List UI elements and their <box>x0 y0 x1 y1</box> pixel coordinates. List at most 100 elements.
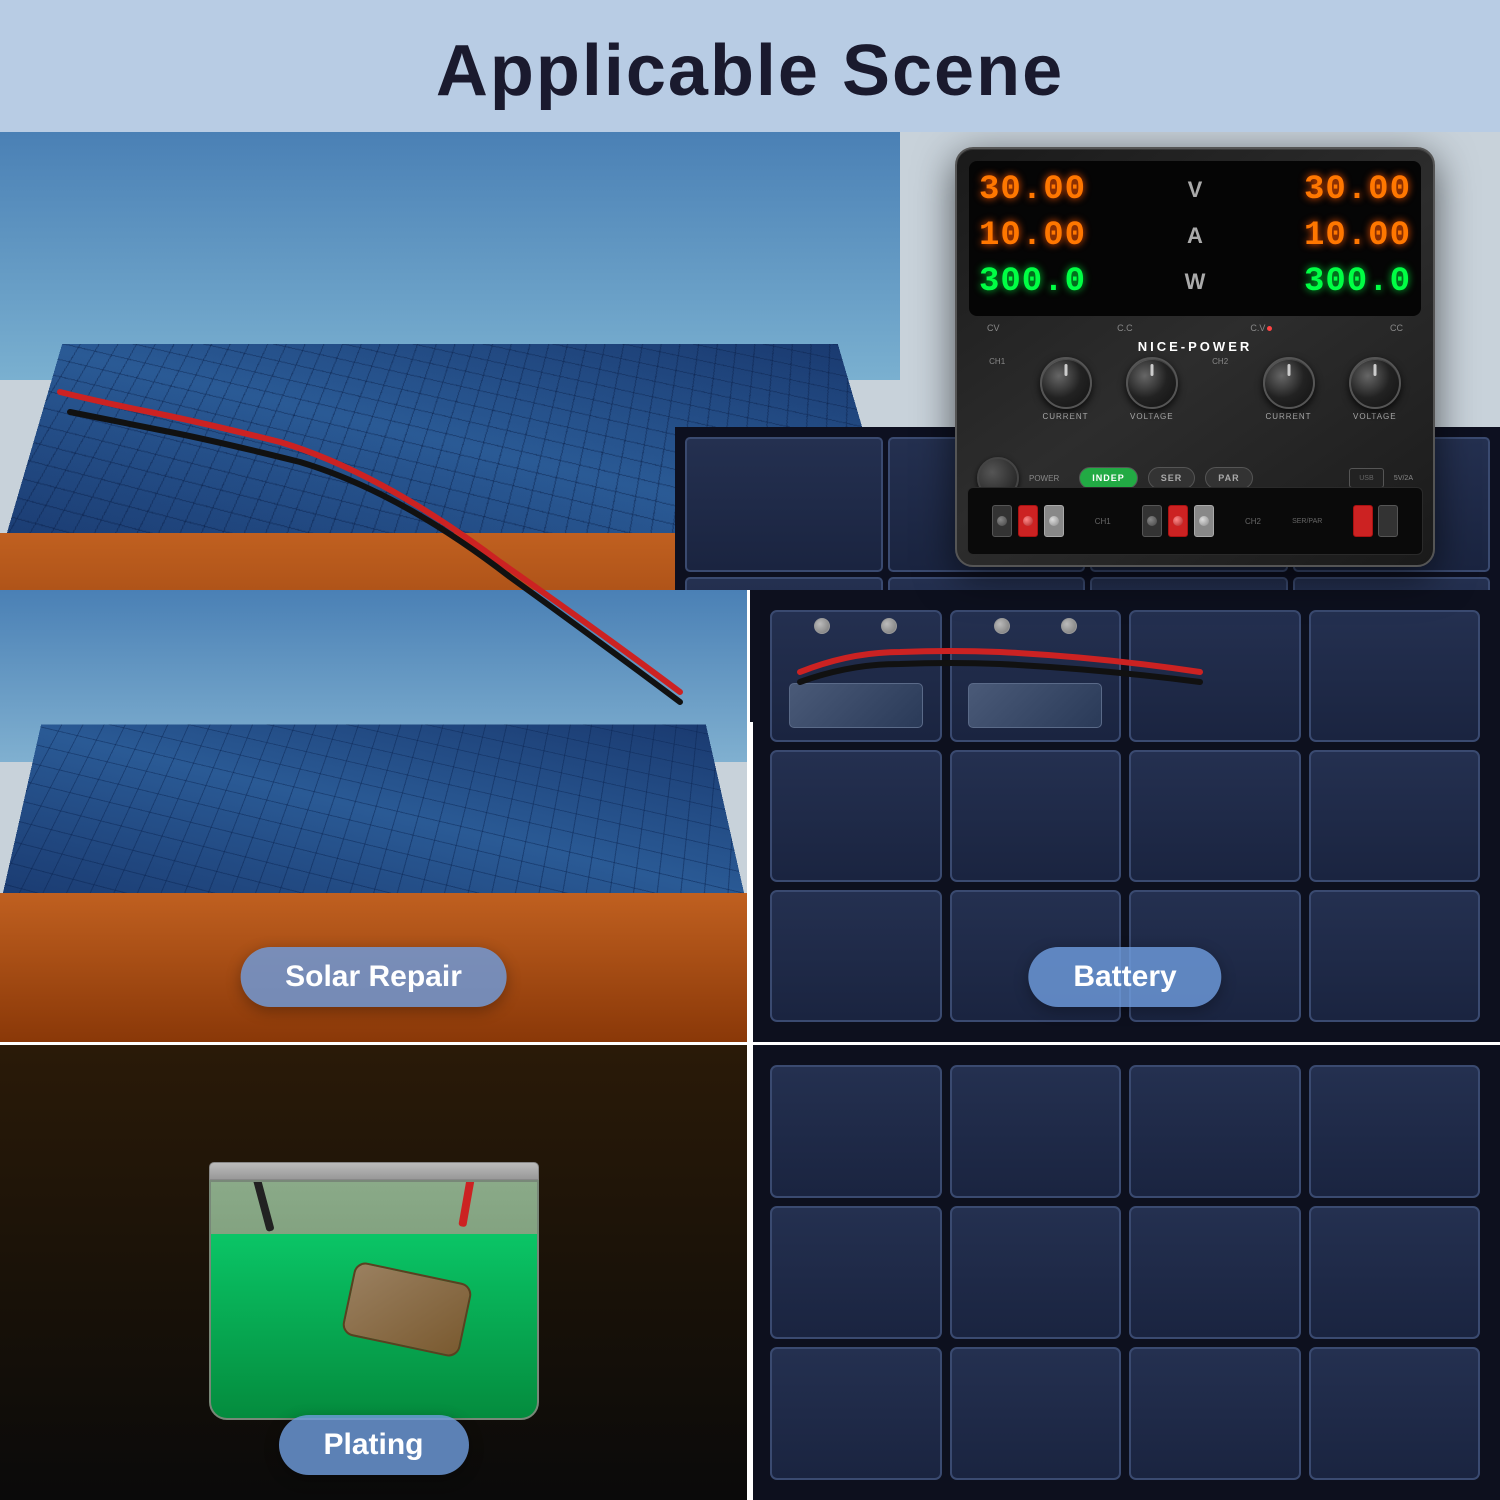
par-button[interactable]: PAR <box>1205 467 1252 489</box>
usb-port: USB <box>1349 468 1384 488</box>
display-watt-right: 300.0 <box>1304 263 1411 301</box>
screw-4 <box>1147 516 1157 526</box>
display-unit-v: V <box>1180 177 1210 203</box>
extra-cell-11 <box>1129 1347 1301 1480</box>
ch1-terminals <box>992 505 1064 537</box>
cv1-label: CV <box>987 323 1000 333</box>
ch2-term-label: CH2 <box>1245 517 1261 526</box>
screw-1 <box>997 516 1007 526</box>
knobs-row: CH1 CURRENT VOLTAGE <box>972 357 1418 421</box>
usb-label: 5V/2A <box>1394 475 1413 482</box>
t-red-1[interactable] <box>1018 505 1038 537</box>
display-voltage-left: 30.00 <box>979 171 1086 209</box>
display-voltage-right: 30.00 <box>1304 171 1411 209</box>
plating-label-text: Plating <box>323 1428 423 1461</box>
voltage1-label: VOLTAGE <box>1130 412 1174 421</box>
extra-cell-8 <box>1309 1206 1481 1339</box>
extra-cell-7 <box>1129 1206 1301 1339</box>
extra-cell-3 <box>1129 1065 1301 1198</box>
main-content: 30.00 V 30.00 10.00 A 10.00 300.0 <box>0 132 1500 1500</box>
display-current-left: 10.00 <box>979 217 1086 255</box>
screw-2 <box>1023 516 1033 526</box>
display-panel: 30.00 V 30.00 10.00 A 10.00 300.0 <box>969 161 1421 316</box>
current2-knob-group: CURRENT <box>1263 357 1315 421</box>
extra-scene <box>750 1045 1500 1500</box>
battery-cell-12 <box>1309 890 1481 1022</box>
device-container: 30.00 V 30.00 10.00 A 10.00 300.0 <box>955 147 1445 577</box>
current2-knob[interactable] <box>1263 357 1315 409</box>
extra-battery-grid <box>750 1045 1500 1500</box>
page-title: Applicable Scene <box>0 30 1500 112</box>
indep-button[interactable]: INDEP <box>1079 467 1138 489</box>
t-red-sp <box>1353 505 1373 537</box>
brand-label: NICE-POWER <box>957 339 1433 354</box>
current1-knob[interactable] <box>1040 357 1092 409</box>
current2-label: CURRENT <box>1265 412 1311 421</box>
v-divider <box>750 722 753 1500</box>
terminal-area: CH1 CH2 SER/PAR <box>967 487 1423 555</box>
display-row-voltage: 30.00 V 30.00 <box>979 167 1411 213</box>
extra-cell-10 <box>950 1347 1122 1480</box>
ser-button[interactable]: SER <box>1148 467 1196 489</box>
page-wrapper: Applicable Scene <box>0 0 1500 1500</box>
voltage2-knob[interactable] <box>1349 357 1401 409</box>
extra-cell-2 <box>950 1065 1122 1198</box>
header: Applicable Scene <box>0 0 1500 132</box>
cv-cc-labels: CV C.C C.V CC <box>977 323 1413 333</box>
usb-icon: USB <box>1359 475 1373 482</box>
power-label: POWER <box>1029 474 1059 483</box>
display-row-watt: 300.0 W 300.0 <box>979 259 1411 305</box>
bat-cell <box>685 437 883 572</box>
power-supply-device: 30.00 V 30.00 10.00 A 10.00 300.0 <box>955 147 1435 567</box>
bat-post-n <box>881 618 897 634</box>
solar-label-text: Solar Repair <box>285 960 462 993</box>
display-unit-a: A <box>1180 223 1210 249</box>
voltage1-knob[interactable] <box>1126 357 1178 409</box>
wire-clip-2 <box>459 1180 476 1227</box>
ch1-group: CH1 <box>989 357 1005 366</box>
t-black-1 <box>992 505 1012 537</box>
serpar-terminals <box>1353 505 1398 537</box>
current1-label: CURRENT <box>1042 412 1088 421</box>
bat-post-p2 <box>994 618 1010 634</box>
extra-cell-12 <box>1309 1347 1481 1480</box>
battery-label-text: Battery <box>1073 960 1176 993</box>
cv2-label: C.V <box>1250 323 1272 333</box>
voltage2-label: VOLTAGE <box>1353 412 1397 421</box>
bat-posts <box>789 618 923 634</box>
battery-cell-9 <box>770 890 942 1022</box>
voltage1-knob-group: VOLTAGE <box>1126 357 1178 421</box>
ch2-label: CH2 <box>1212 357 1228 366</box>
bucket-body <box>209 1180 539 1420</box>
battery-label: Battery <box>1028 947 1221 1007</box>
battery-cell-6 <box>950 750 1122 882</box>
bat-posts-2 <box>968 618 1102 634</box>
bucket-container <box>209 1162 539 1420</box>
battery-cell-4 <box>1309 610 1481 742</box>
t-black-2 <box>1142 505 1162 537</box>
sky-bg <box>0 132 900 380</box>
extra-cell-1 <box>770 1065 942 1198</box>
screw-6 <box>1199 516 1209 526</box>
extra-cell-9 <box>770 1347 942 1480</box>
bucket-rim <box>209 1162 539 1180</box>
solar-label: Solar Repair <box>240 947 507 1007</box>
solar-scene: Solar Repair <box>0 590 750 1045</box>
bat-label-2 <box>968 683 1102 728</box>
bat-label <box>789 683 923 728</box>
cv-indicator <box>1267 326 1272 331</box>
display-row-current: 10.00 A 10.00 <box>979 213 1411 259</box>
ch1-term-label: CH1 <box>1095 517 1111 526</box>
t-red-2[interactable] <box>1168 505 1188 537</box>
voltage2-knob-group: VOLTAGE <box>1349 357 1401 421</box>
t-black-sp <box>1378 505 1398 537</box>
t-center-1 <box>1044 505 1064 537</box>
solar-panels <box>0 725 747 906</box>
bat-post-p <box>814 618 830 634</box>
extra-cell-4 <box>1309 1065 1481 1198</box>
screw-3 <box>1049 516 1059 526</box>
battery-cell-2 <box>950 610 1122 742</box>
extra-cell-5 <box>770 1206 942 1339</box>
battery-scene: Battery <box>750 590 1500 1045</box>
bat-post-n2 <box>1061 618 1077 634</box>
